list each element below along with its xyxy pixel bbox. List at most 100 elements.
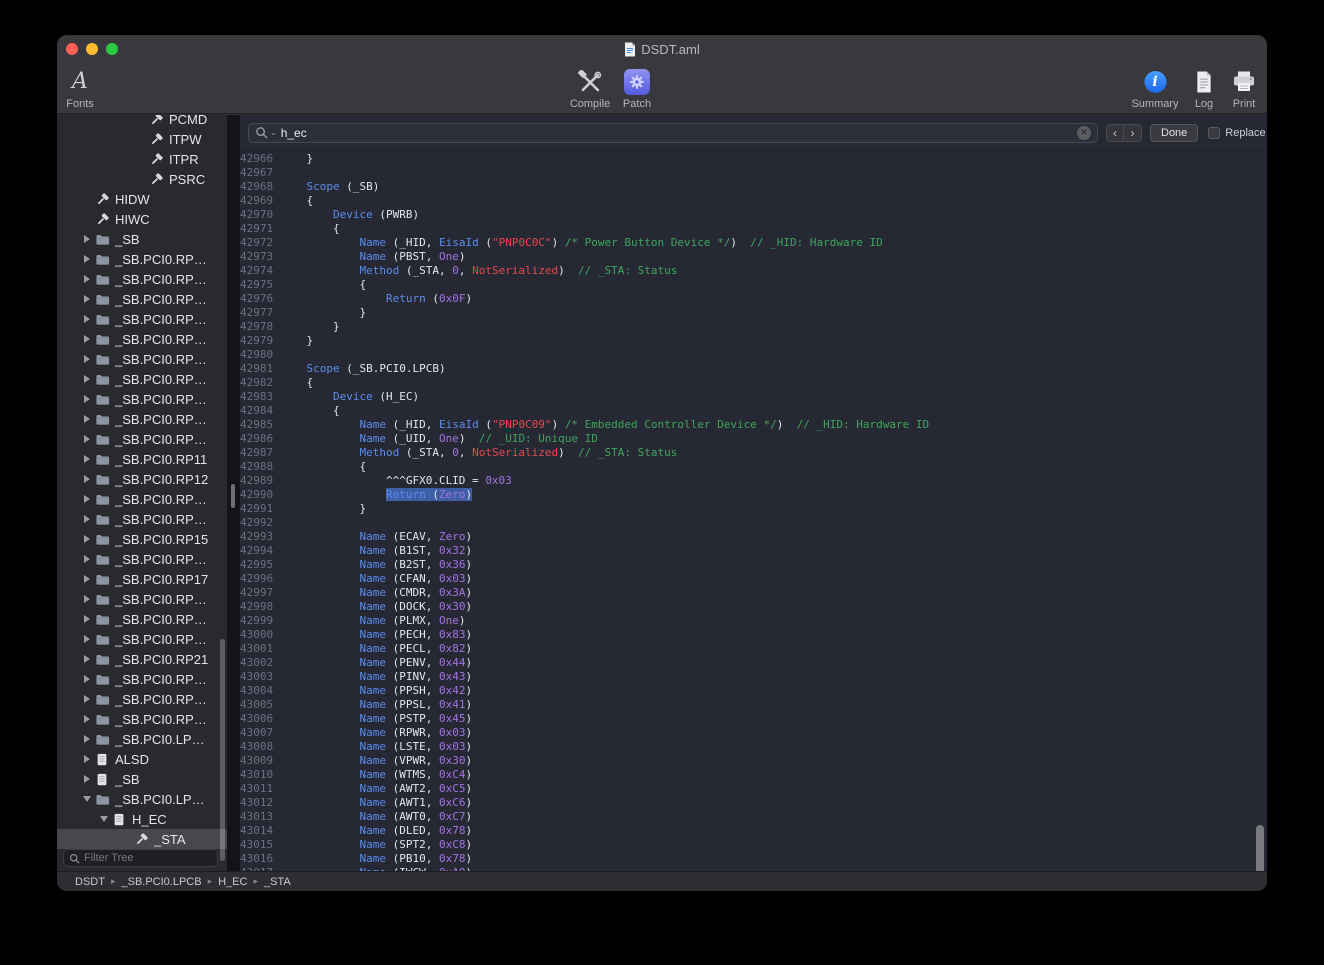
disclosure-triangle-icon[interactable] — [97, 816, 111, 822]
tree-item-hiwc[interactable]: HIWC — [57, 209, 227, 229]
tree-item-sb-pci0-rp[interactable]: _SB.PCI0.RP… — [57, 369, 227, 389]
tree-item-sb[interactable]: _SB — [57, 229, 227, 249]
disclosure-triangle-icon[interactable] — [80, 395, 94, 403]
disclosure-triangle-icon[interactable] — [80, 535, 94, 543]
sidebar-scrollbar[interactable] — [220, 639, 225, 861]
folder-icon — [94, 451, 110, 467]
disclosure-triangle-icon[interactable] — [80, 335, 94, 343]
minimize-window-button[interactable] — [86, 43, 98, 55]
disclosure-triangle-icon[interactable] — [80, 375, 94, 383]
tree-item-sb-pci0-rp21[interactable]: _SB.PCI0.RP21 — [57, 649, 227, 669]
disclosure-triangle-icon[interactable] — [80, 675, 94, 683]
tree-item-sb-pci0-lp[interactable]: _SB.PCI0.LP… — [57, 729, 227, 749]
disclosure-triangle-icon[interactable] — [80, 415, 94, 423]
tree-item-h-ec[interactable]: H_EC — [57, 809, 227, 829]
tree-item-sb-pci0-rp15[interactable]: _SB.PCI0.RP15 — [57, 529, 227, 549]
tree-item-psrc[interactable]: PSRC — [57, 169, 227, 189]
code-line: 42994 Name (B1ST, 0x32) — [240, 544, 1267, 558]
disclosure-triangle-icon[interactable] — [80, 475, 94, 483]
tree-item-sb-pci0-rp17[interactable]: _SB.PCI0.RP17 — [57, 569, 227, 589]
disclosure-triangle-icon[interactable] — [80, 495, 94, 503]
tree-item-pcmd[interactable]: PCMD — [57, 115, 227, 129]
disclosure-triangle-icon[interactable] — [80, 695, 94, 703]
code-editor[interactable]: 42966 }4296742968 Scope (_SB)42969 {4297… — [240, 151, 1267, 871]
tree-item-sb-pci0-rp[interactable]: _SB.PCI0.RP… — [57, 689, 227, 709]
disclosure-triangle-icon[interactable] — [80, 255, 94, 263]
code-line: 42973 Name (PBST, One) — [240, 250, 1267, 264]
clear-search-icon[interactable]: ✕ — [1077, 126, 1091, 140]
disclosure-triangle-icon[interactable] — [80, 615, 94, 623]
tree-item-sb-pci0-rp[interactable]: _SB.PCI0.RP… — [57, 509, 227, 529]
zoom-window-button[interactable] — [106, 43, 118, 55]
split-divider-handle[interactable] — [231, 484, 235, 508]
tree-item-alsd[interactable]: ALSD — [57, 749, 227, 769]
fonts-button[interactable]: A Fonts — [66, 66, 94, 110]
line-number: 42978 — [240, 320, 280, 334]
filter-tree-field[interactable] — [63, 849, 218, 867]
tree-item-sb-pci0-rp11[interactable]: _SB.PCI0.RP11 — [57, 449, 227, 469]
disclosure-triangle-icon[interactable] — [80, 775, 94, 783]
close-window-button[interactable] — [66, 43, 78, 55]
tree-item-sb-pci0-rp[interactable]: _SB.PCI0.RP… — [57, 549, 227, 569]
tree-item-sb-pci0-rp12[interactable]: _SB.PCI0.RP12 — [57, 469, 227, 489]
tree-item-sb-pci0-rp[interactable]: _SB.PCI0.RP… — [57, 609, 227, 629]
tree-item-sb-pci0-rp[interactable]: _SB.PCI0.RP… — [57, 709, 227, 729]
tree-item-sb-pci0-rp[interactable]: _SB.PCI0.RP… — [57, 349, 227, 369]
find-next-button[interactable]: › — [1124, 124, 1142, 142]
replace-checkbox[interactable] — [1208, 127, 1220, 139]
editor-scrollbar[interactable] — [1256, 825, 1264, 871]
tree-item-sb-pci0-rp[interactable]: _SB.PCI0.RP… — [57, 489, 227, 509]
disclosure-triangle-icon[interactable] — [80, 735, 94, 743]
tree-item-sb-pci0-rp[interactable]: _SB.PCI0.RP… — [57, 329, 227, 349]
summary-button[interactable]: i Summary — [1131, 66, 1178, 110]
disclosure-triangle-icon[interactable] — [80, 315, 94, 323]
tree-item-sb-pci0-rp[interactable]: _SB.PCI0.RP… — [57, 629, 227, 649]
tree-item-sb-pci0-rp[interactable]: _SB.PCI0.RP… — [57, 389, 227, 409]
tree-item-sb-pci0-rp[interactable]: _SB.PCI0.RP… — [57, 589, 227, 609]
tree-item-sb-pci0-rp[interactable]: _SB.PCI0.RP… — [57, 309, 227, 329]
tree-item-sb[interactable]: _SB — [57, 769, 227, 789]
tree-item-sb-pci0-rp[interactable]: _SB.PCI0.RP… — [57, 409, 227, 429]
disclosure-triangle-icon[interactable] — [80, 755, 94, 763]
tree-item-itpw[interactable]: ITPW — [57, 129, 227, 149]
disclosure-triangle-icon[interactable] — [80, 595, 94, 603]
breadcrumb-item[interactable]: _SB.PCI0.LPCB — [121, 876, 201, 888]
disclosure-triangle-icon[interactable] — [80, 555, 94, 563]
disclosure-triangle-icon[interactable] — [80, 435, 94, 443]
disclosure-triangle-icon[interactable] — [80, 796, 94, 802]
compile-button[interactable]: Compile — [570, 66, 610, 110]
search-scope-chevron-icon[interactable]: ⌄ — [270, 128, 277, 137]
find-input[interactable] — [281, 126, 1073, 140]
find-field[interactable]: ⌄ ✕ — [248, 123, 1098, 143]
code-line: 42998 Name (DOCK, 0x30) — [240, 600, 1267, 614]
tree-item-sb-pci0-rp[interactable]: _SB.PCI0.RP… — [57, 669, 227, 689]
tree-item-sb-pci0-rp[interactable]: _SB.PCI0.RP… — [57, 269, 227, 289]
breadcrumb-item[interactable]: H_EC — [218, 876, 247, 888]
tree-item-sb-pci0-lp[interactable]: _SB.PCI0.LP… — [57, 789, 227, 809]
patch-button[interactable]: Patch — [623, 66, 651, 110]
disclosure-triangle-icon[interactable] — [80, 635, 94, 643]
breadcrumb-item[interactable]: DSDT — [75, 876, 105, 888]
disclosure-triangle-icon[interactable] — [80, 275, 94, 283]
disclosure-triangle-icon[interactable] — [80, 655, 94, 663]
disclosure-triangle-icon[interactable] — [80, 715, 94, 723]
tree-item-itpr[interactable]: ITPR — [57, 149, 227, 169]
disclosure-triangle-icon[interactable] — [80, 235, 94, 243]
filter-tree-input[interactable] — [84, 852, 212, 864]
breadcrumb-item[interactable]: _STA — [264, 876, 291, 888]
line-number: 42980 — [240, 348, 280, 362]
log-button[interactable]: Log — [1195, 66, 1214, 110]
disclosure-triangle-icon[interactable] — [80, 355, 94, 363]
tree-item-hidw[interactable]: HIDW — [57, 189, 227, 209]
print-button[interactable]: Print — [1232, 66, 1256, 110]
disclosure-triangle-icon[interactable] — [80, 295, 94, 303]
tree-item-sb-pci0-rp[interactable]: _SB.PCI0.RP… — [57, 429, 227, 449]
done-button[interactable]: Done — [1150, 124, 1198, 142]
disclosure-triangle-icon[interactable] — [80, 575, 94, 583]
disclosure-triangle-icon[interactable] — [80, 515, 94, 523]
disclosure-triangle-icon[interactable] — [80, 455, 94, 463]
tree-item-sta[interactable]: _STA — [57, 829, 227, 849]
tree-item-sb-pci0-rp[interactable]: _SB.PCI0.RP… — [57, 289, 227, 309]
tree-item-sb-pci0-rp[interactable]: _SB.PCI0.RP… — [57, 249, 227, 269]
find-previous-button[interactable]: ‹ — [1106, 124, 1124, 142]
